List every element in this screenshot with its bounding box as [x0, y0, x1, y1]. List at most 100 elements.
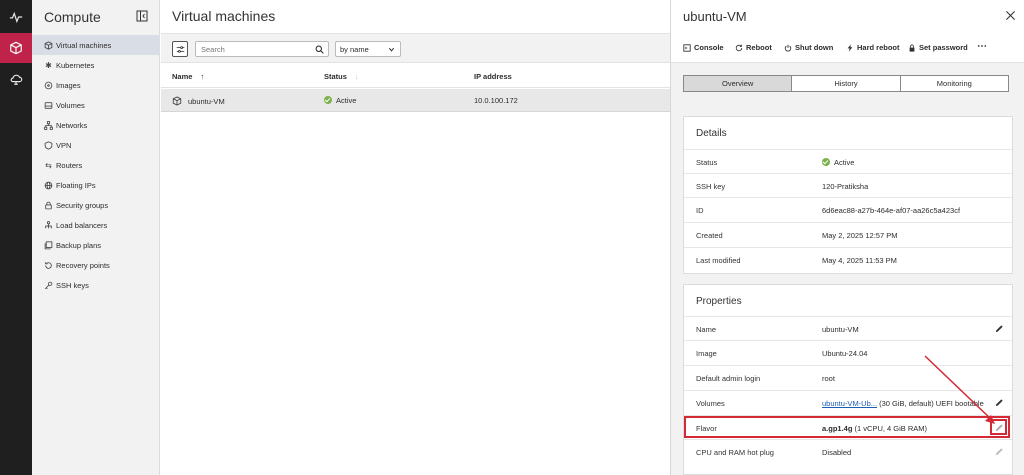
sidebar-item-label: Virtual machines	[56, 40, 112, 50]
sidebar-item-label: Volumes	[56, 100, 85, 110]
sidebar-item-label: SSH keys	[56, 280, 89, 290]
detail-value: 6d6eac88-a27b-464e-af07-aa26c5a423cf	[822, 206, 961, 215]
recovery-icon	[44, 261, 53, 270]
detail-row-last-modified: Last modified May 4, 2025 11:53 PM	[684, 247, 1012, 271]
property-key: Flavor	[696, 424, 717, 433]
pencil-icon[interactable]	[995, 324, 1004, 333]
close-icon[interactable]	[1005, 10, 1016, 21]
set-password-label: Set password	[919, 43, 968, 52]
pencil-icon[interactable]	[995, 423, 1004, 432]
table-row[interactable]: ubuntu-VM Active 10.0.100.172	[161, 89, 670, 112]
drive-icon	[44, 101, 53, 110]
pencil-icon[interactable]	[995, 447, 1004, 456]
vm-status: Active	[336, 96, 357, 105]
search-icon[interactable]	[315, 45, 324, 54]
console-button[interactable]: Console	[683, 43, 724, 52]
sidebar-item-images[interactable]: Images	[32, 75, 160, 95]
column-header-status[interactable]: Status ↓	[324, 72, 359, 81]
list-toolbar: by name	[161, 33, 670, 63]
details-title: Details	[696, 128, 727, 139]
property-row-hotplug: CPU and RAM hot plug Disabled	[684, 439, 1012, 463]
sort-ascending-icon: ↑	[200, 72, 205, 81]
backup-icon	[44, 240, 53, 250]
detail-key: Status	[696, 158, 718, 167]
property-key: Volumes	[696, 399, 725, 408]
property-value: Ubuntu-24.04	[822, 349, 868, 358]
sort-select-value: by name	[340, 44, 369, 54]
sidebar-item-networks[interactable]: Networks	[32, 115, 160, 135]
detail-row-id: ID 6d6eac88-a27b-464e-af07-aa26c5a423cf	[684, 197, 1012, 221]
property-row-admin: Default admin login root	[684, 365, 1012, 389]
sidebar-item-routers[interactable]: ⇆ Routers	[32, 155, 160, 175]
detail-key: Created	[696, 231, 723, 240]
sidebar-item-kubernetes[interactable]: ✱ Kubernetes	[32, 55, 160, 75]
nav-sidebar: Compute Virtual machines ✱ Kubernetes Im…	[32, 0, 160, 475]
hard-reboot-button[interactable]: Hard reboot	[846, 43, 900, 52]
property-value: ubuntu-VM-Ub... (30 GiB, default) UEFI b…	[822, 399, 984, 408]
sidebar-item-virtual-machines[interactable]: Virtual machines	[32, 35, 160, 55]
search-input[interactable]	[196, 42, 306, 56]
volume-link[interactable]: ubuntu-VM-Ub...	[822, 399, 877, 408]
tab-monitoring[interactable]: Monitoring	[900, 76, 1008, 91]
properties-card: Properties Name ubuntu-VM Image Ubuntu-2…	[683, 284, 1013, 475]
shut-down-button[interactable]: Shut down	[784, 43, 833, 52]
status-active-icon	[324, 96, 332, 104]
sidebar-item-label: Routers	[56, 160, 83, 170]
lock-icon	[909, 44, 915, 52]
action-bar: Console Reboot Shut down Hard reboot Set…	[671, 33, 1024, 63]
vm-name-cell: ubuntu-VM	[172, 96, 225, 106]
network-icon	[44, 120, 53, 130]
reboot-button[interactable]: Reboot	[735, 43, 772, 52]
sort-select[interactable]: by name	[335, 41, 401, 57]
tab-overview[interactable]: Overview	[684, 76, 793, 91]
nav-header: Compute	[32, 0, 160, 33]
sidebar-item-load-balancers[interactable]: Load balancers	[32, 215, 160, 235]
detail-key: SSH key	[696, 182, 726, 191]
column-header-label: Name	[172, 72, 193, 81]
sidebar-item-floating-ips[interactable]: Floating IPs	[32, 175, 160, 195]
flavor-name: a.gp1.4g	[822, 424, 853, 433]
sidebar-item-backup-plans[interactable]: Backup plans	[32, 235, 160, 255]
flavor-details: (1 vCPU, 4 GiB RAM)	[852, 424, 928, 433]
detail-row-created: Created May 2, 2025 12:57 PM	[684, 222, 1012, 246]
app-rail	[0, 0, 32, 475]
column-header-ip[interactable]: IP address	[474, 72, 512, 81]
detail-key: ID	[696, 206, 704, 215]
detail-row-status: Status Active	[684, 149, 1012, 173]
pencil-icon[interactable]	[995, 398, 1004, 407]
set-password-button[interactable]: Set password	[908, 43, 968, 52]
cube-icon	[44, 40, 53, 50]
cloud-icon[interactable]	[0, 64, 32, 94]
volume-details: (30 GiB, default) UEFI bootable	[877, 399, 984, 408]
sidebar-item-vpn[interactable]: VPN	[32, 135, 160, 155]
activity-icon[interactable]	[0, 2, 32, 32]
property-key: CPU and RAM hot plug	[696, 448, 774, 457]
property-key: Name	[696, 325, 717, 334]
sidebar-item-label: Floating IPs	[56, 180, 96, 190]
sidebar-item-volumes[interactable]: Volumes	[32, 95, 160, 115]
power-icon	[784, 44, 792, 51]
tab-history[interactable]: History	[792, 76, 901, 91]
collapse-sidebar-icon[interactable]	[136, 10, 148, 22]
filter-button[interactable]	[172, 41, 188, 57]
column-header-label: Status	[324, 72, 347, 81]
main-content: Virtual machines by name Name ↑ Status ↓…	[161, 0, 670, 475]
property-row-volumes: Volumes ubuntu-VM-Ub... (30 GiB, default…	[684, 390, 1012, 414]
cube-icon[interactable]	[0, 33, 32, 63]
detail-value: 120-Pratiksha	[822, 182, 869, 191]
column-header-name[interactable]: Name ↑	[172, 72, 204, 81]
kubernetes-icon: ✱	[45, 60, 52, 70]
sidebar-item-security-groups[interactable]: Security groups	[32, 195, 160, 215]
nav-title: Compute	[44, 8, 101, 25]
property-key: Default admin login	[696, 374, 761, 383]
sidebar-item-label: Networks	[56, 120, 88, 130]
sidebar-item-recovery-points[interactable]: Recovery points	[32, 255, 160, 275]
sidebar-item-ssh-keys[interactable]: SSH keys	[32, 275, 160, 295]
search-box	[195, 41, 329, 57]
detail-value: May 2, 2025 12:57 PM	[822, 231, 898, 240]
reboot-label: Reboot	[746, 43, 772, 52]
more-button[interactable]: ⋯	[977, 41, 987, 52]
status-active-icon	[822, 158, 830, 166]
detail-value: Active	[822, 158, 854, 167]
sidebar-item-label: Recovery points	[56, 260, 110, 270]
